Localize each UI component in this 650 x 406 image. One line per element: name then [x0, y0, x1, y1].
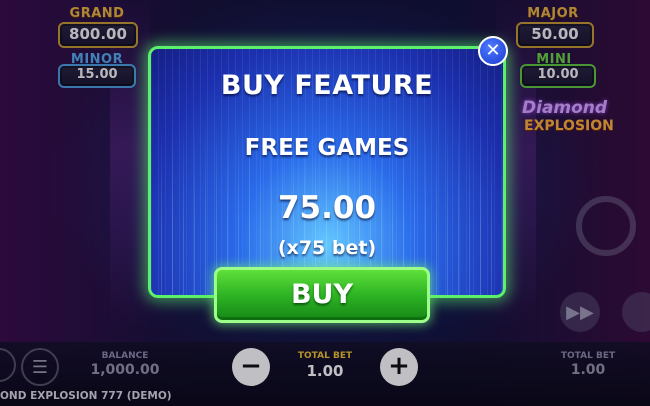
feature-name: FREE GAMES	[244, 135, 410, 161]
feature-price: 75.00	[277, 190, 377, 226]
dialog-title: BUY FEATURE	[220, 70, 434, 101]
buy-feature-dialog: BUY FEATURE FREE GAMES 75.00 (x75 bet)	[148, 46, 506, 298]
bet-multiplier: (x75 bet)	[277, 237, 377, 259]
buy-button[interactable]: BUY	[214, 267, 430, 323]
close-icon: ✕	[485, 40, 501, 61]
close-button[interactable]: ✕	[478, 36, 508, 66]
